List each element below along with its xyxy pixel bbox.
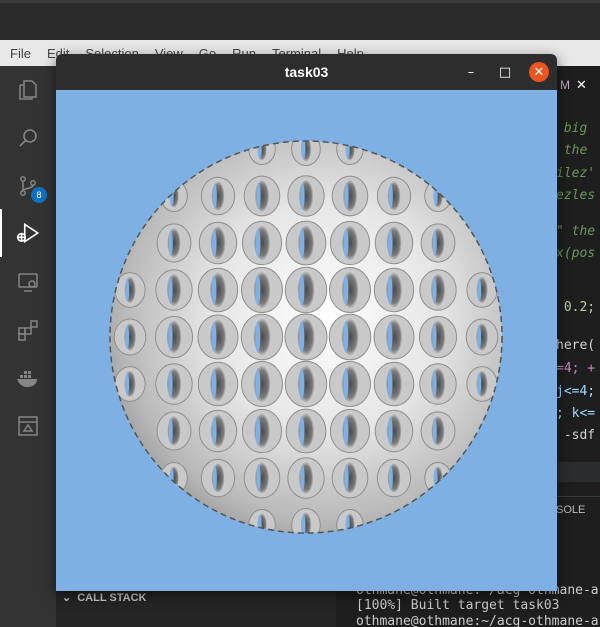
code-line: ilez'	[556, 166, 596, 181]
sphere-hole-gap	[345, 141, 350, 160]
sphere-hole-gap	[432, 230, 437, 256]
remote-explorer-icon[interactable]	[14, 268, 42, 296]
task03-window[interactable]: task03 – □ ✕	[56, 54, 557, 591]
explorer-icon[interactable]	[14, 76, 42, 104]
sphere-hole-gap	[169, 467, 174, 489]
sphere-hole-gap	[211, 321, 217, 353]
desktop: File Edit Selection View Go Run Terminal Help 8…	[0, 0, 600, 627]
sphere-hole-gap	[477, 372, 482, 396]
editor-tab[interactable]: M ✕	[556, 70, 600, 100]
sphere-hole-gap	[345, 514, 350, 533]
sphere-hole-gap	[256, 182, 261, 210]
sphere-hole-gap	[388, 183, 393, 209]
tab-modified-letter: M	[560, 78, 570, 92]
sphere-hole-gap	[168, 322, 173, 352]
close-button[interactable]: ✕	[529, 62, 549, 82]
code-line: -sdf	[556, 428, 596, 443]
sphere-hole-gap	[299, 368, 305, 400]
sphere-hole-gap	[388, 416, 393, 446]
sphere-hole-gap	[477, 278, 482, 302]
run-debug-icon[interactable]	[14, 219, 42, 247]
sphere-hole-gap	[257, 141, 262, 160]
sphere-hole-gap	[299, 227, 305, 259]
code-line: j<=4;	[556, 384, 596, 399]
sphere-hole-gap	[168, 276, 173, 304]
sphere-hole-gap	[387, 369, 393, 399]
sphere-hole-gap	[433, 467, 438, 489]
sphere-hole-gap	[343, 321, 349, 353]
window-title: task03	[284, 64, 329, 80]
maximize-button[interactable]: □	[495, 62, 515, 82]
sphere-hole-gap	[255, 368, 261, 400]
sphere-hole-gap	[432, 322, 437, 352]
sphere-hole-gap	[212, 228, 217, 258]
cmake-icon[interactable]	[14, 412, 42, 440]
terminal-line: othmane@othmane:~/acg-othmane-a	[356, 614, 599, 627]
sphere-hole-gap	[432, 370, 437, 398]
sphere-hole-gap	[125, 372, 130, 396]
close-icon[interactable]: ✕	[576, 78, 587, 93]
sphere-hole-gap	[432, 418, 437, 444]
code-line: =4; +	[556, 361, 596, 376]
sphere-hole-gap	[125, 278, 130, 302]
search-icon[interactable]	[14, 124, 42, 152]
sphere-hole-gap	[212, 416, 217, 446]
sphere-hole-gap	[255, 321, 261, 353]
chevron-down-icon: ⌄	[62, 592, 72, 604]
sphere-hole-gap	[432, 276, 437, 304]
sphere-hole-gap	[388, 465, 393, 491]
scm-badge: 8	[31, 187, 47, 203]
sphere-hole-gap	[211, 369, 217, 399]
code-line: here(	[556, 338, 596, 353]
call-stack-label: CALL STACK	[77, 591, 147, 604]
render-canvas	[109, 140, 503, 534]
sphere-hole-gap	[257, 514, 262, 533]
sphere-hole-gap	[477, 325, 482, 349]
code-line: the	[556, 143, 588, 158]
sphere-hole-gap	[255, 274, 261, 306]
sphere-hole-gap	[387, 321, 393, 353]
sphere-hole-gap	[168, 370, 173, 398]
minimize-button[interactable]: –	[461, 62, 481, 82]
menu-item-file[interactable]: File	[10, 46, 31, 61]
sphere-hole-gap	[255, 416, 261, 446]
top-bar	[0, 0, 600, 40]
sphere-hole-gap	[344, 182, 349, 210]
code-line: 0.2;	[556, 300, 596, 315]
sphere-hole-gap	[300, 464, 305, 492]
sphere-hole-gap	[387, 275, 393, 305]
sphere-hole-gap	[344, 464, 349, 492]
sphere-hole-gap	[300, 182, 305, 210]
terminal-line: [100%] Built target task03	[356, 598, 560, 613]
docker-icon[interactable]	[14, 364, 42, 392]
sphere-hole-gap	[212, 465, 217, 491]
code-line: big	[556, 121, 588, 136]
sphere-hole-gap	[256, 464, 261, 492]
render-viewport[interactable]	[56, 90, 557, 591]
code-line: ; k<=	[556, 406, 596, 421]
sphere-hole-gap	[388, 228, 393, 258]
top-bar-accent	[0, 0, 600, 3]
sphere-hole-gap	[255, 228, 261, 258]
current-line-highlight	[556, 462, 600, 482]
sphere-hole-gap	[343, 228, 349, 258]
sphere-hole-gap	[168, 230, 173, 256]
sphere-hole-gap	[343, 368, 349, 400]
code-line: " the	[556, 224, 596, 239]
sphere-hole-gap	[299, 321, 305, 353]
sphere-hole-gap	[212, 183, 217, 209]
code-line: x(pos	[556, 246, 596, 261]
code-line: ezles	[556, 188, 596, 203]
active-indicator	[0, 209, 2, 257]
sphere-hole-gap	[343, 274, 349, 306]
extensions-icon[interactable]	[14, 316, 42, 344]
sphere-hole-gap	[168, 418, 173, 444]
sphere-hole-gap	[343, 416, 349, 446]
sphere-hole-gap	[299, 274, 305, 306]
tab-debug-console[interactable]: SOLE	[556, 504, 585, 516]
sphere-hole-gap	[125, 325, 130, 349]
sphere-hole-gap	[299, 415, 305, 447]
sphere-hole-gap	[211, 275, 217, 305]
